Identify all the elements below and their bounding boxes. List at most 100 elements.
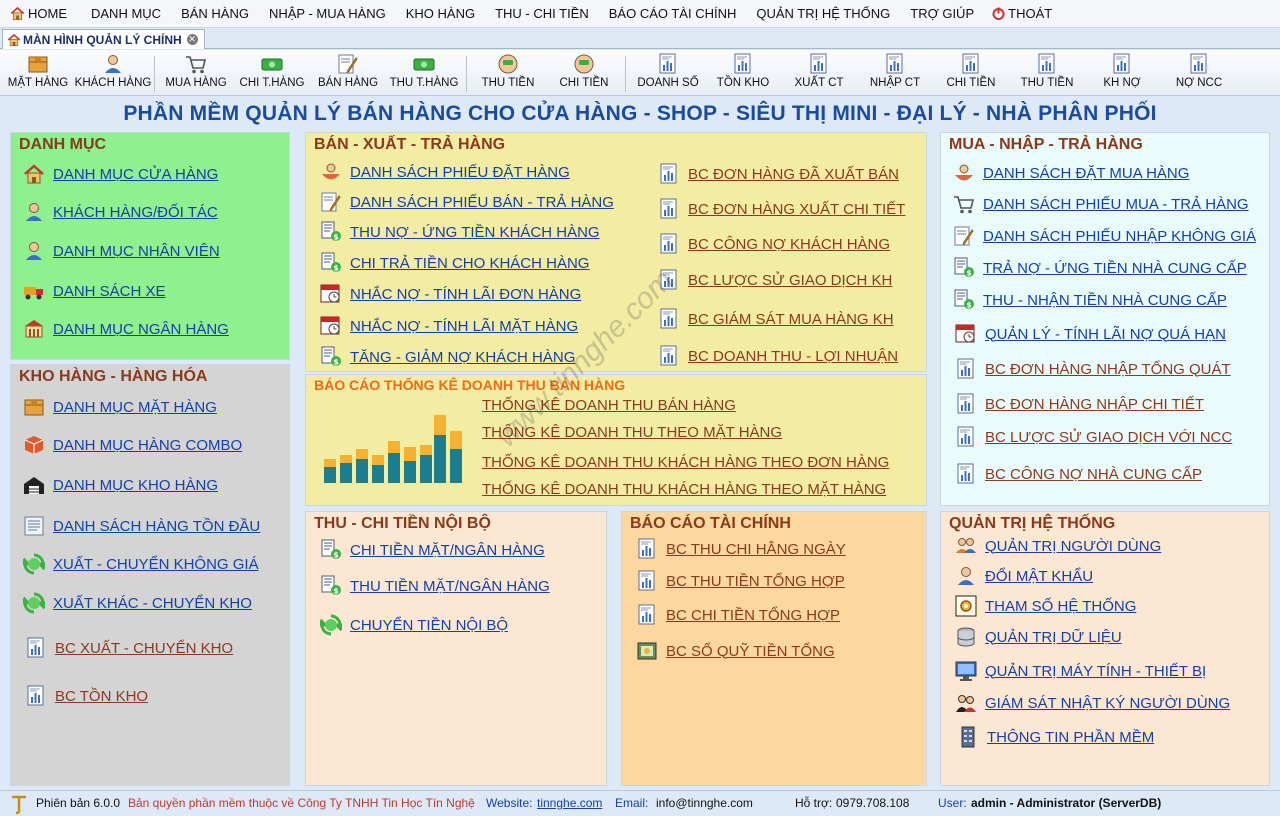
link-bc-chi-tien-tong-hop[interactable]: BC CHI TIỀN TỔNG HỢP bbox=[636, 604, 840, 626]
link-thong-ke-doanh-thu-kh-theo-mat-hang[interactable]: THỐNG KÊ DOANH THU KHÁCH HÀNG THEO MẶT H… bbox=[482, 481, 886, 498]
link-label[interactable]: BC LƯỢC SỬ GIAO DỊCH VỚI NCC bbox=[985, 429, 1232, 446]
link-label[interactable]: QUẢN LÝ - TÍNH LÃI NỢ QUÁ HẠN bbox=[985, 326, 1226, 343]
toolbar-xuat-ct-button[interactable]: XUẤT CT bbox=[786, 53, 852, 93]
link-label[interactable]: THỐNG KÊ DOANH THU KHÁCH HÀNG THEO ĐƠN H… bbox=[482, 454, 889, 471]
link-label[interactable]: BC LƯỢC SỬ GIAO DỊCH KH bbox=[688, 272, 892, 289]
link-label[interactable]: QUẢN TRỊ DỮ LIỆU bbox=[985, 629, 1122, 646]
link-bc-don-hang-nhap-chi-tiet[interactable]: BC ĐƠN HÀNG NHẬP CHI TIẾT bbox=[955, 393, 1204, 415]
link-danh-muc-mat-hang[interactable]: DANH MỤC MẶT HÀNG bbox=[23, 396, 217, 418]
link-label[interactable]: CHI TIỀN MẶT/NGÂN HÀNG bbox=[350, 542, 545, 559]
link-label[interactable]: DANH SÁCH XE bbox=[53, 283, 166, 300]
link-thu-nhan-tien-nha-cung-cap[interactable]: THU - NHẬN TIỀN NHÀ CUNG CẤP bbox=[953, 289, 1227, 311]
link-label[interactable]: GIÁM SÁT NHẬT KÝ NGƯỜI DÙNG bbox=[985, 695, 1230, 712]
link-label[interactable]: TRẢ NỢ - ỨNG TIỀN NHÀ CUNG CẤP bbox=[983, 260, 1247, 277]
link-label[interactable]: THU TIỀN MẶT/NGÂN HÀNG bbox=[350, 578, 550, 595]
link-danh-muc-kho-hang[interactable]: DANH MỤC KHO HÀNG bbox=[23, 474, 218, 496]
link-label[interactable]: THÔNG TIN PHẦN MỀM bbox=[987, 729, 1154, 746]
link-label[interactable]: DANH SÁCH PHIẾU BÁN - TRẢ HÀNG bbox=[350, 194, 614, 211]
link-label[interactable]: DANH MỤC KHO HÀNG bbox=[53, 477, 218, 494]
link-label[interactable]: THỐNG KÊ DOANH THU THEO MẶT HÀNG bbox=[482, 424, 782, 441]
link-danh-muc-cua-hang[interactable]: DANH MỤC CỬA HÀNG bbox=[23, 163, 218, 185]
link-label[interactable]: QUẢN TRỊ NGƯỜI DÙNG bbox=[985, 538, 1161, 555]
toolbar-ban-hang-button[interactable]: BÁN HÀNG bbox=[314, 53, 382, 93]
toolbar-chi-tien-report-button[interactable]: CHI TIỀN bbox=[938, 53, 1004, 93]
link-label[interactable]: KHÁCH HÀNG/ĐỐI TÁC bbox=[53, 204, 218, 221]
toolbar-ton-kho-button[interactable]: TỒN KHO bbox=[710, 53, 776, 93]
link-label[interactable]: DANH MỤC MẶT HÀNG bbox=[53, 399, 217, 416]
link-bc-luoc-su-giao-dich-kh[interactable]: BC LƯỢC SỬ GIAO DỊCH KH bbox=[658, 269, 892, 291]
link-khach-hang-doi-tac[interactable]: KHÁCH HÀNG/ĐỐI TÁC bbox=[23, 201, 218, 223]
link-danh-muc-nhan-vien[interactable]: DANH MỤC NHÂN VIÊN bbox=[23, 240, 220, 262]
link-danh-sach-phieu-nhap-khong-gia[interactable]: DANH SÁCH PHIẾU NHẬP KHÔNG GIÁ bbox=[953, 225, 1256, 247]
toolbar-no-ncc-button[interactable]: NỢ NCC bbox=[1166, 53, 1232, 93]
link-label[interactable]: BC CHI TIỀN TỔNG HỢP bbox=[666, 607, 840, 624]
link-thu-tien-mat-ngan-hang[interactable]: THU TIỀN MẶT/NGÂN HÀNG bbox=[320, 575, 550, 597]
link-label[interactable]: BC SỔ QUỸ TIỀN TỔNG bbox=[666, 643, 835, 660]
link-bc-doanh-thu-loi-nhuan[interactable]: BC DOANH THU - LỢI NHUẬN bbox=[658, 345, 898, 367]
link-thong-tin-phan-mem[interactable]: THÔNG TIN PHẦN MỀM bbox=[957, 726, 1154, 748]
menu-ban-hang[interactable]: BÁN HÀNG bbox=[181, 6, 249, 21]
link-xuat-chuyen-khong-gia[interactable]: XUẤT - CHUYỂN KHÔNG GIÁ bbox=[23, 553, 259, 575]
menu-kho-hang[interactable]: KHO HÀNG bbox=[406, 6, 475, 21]
link-danh-muc-ngan-hang[interactable]: DANH MỤC NGÂN HÀNG bbox=[23, 318, 229, 340]
menu-home[interactable]: HOME bbox=[10, 6, 67, 21]
link-label[interactable]: NHẮC NỢ - TÍNH LÃI MẶT HÀNG bbox=[350, 318, 578, 335]
link-label[interactable]: BC DOANH THU - LỢI NHUẬN bbox=[688, 348, 898, 365]
link-label[interactable]: THỐNG KÊ DOANH THU KHÁCH HÀNG THEO MẶT H… bbox=[482, 481, 886, 498]
link-label[interactable]: DANH SÁCH PHIẾU MUA - TRẢ HÀNG bbox=[983, 196, 1249, 213]
link-bc-giam-sat-mua-hang-kh[interactable]: BC GIÁM SÁT MUA HÀNG KH bbox=[658, 308, 894, 330]
link-thong-ke-doanh-thu-ban-hang[interactable]: THỐNG KÊ DOANH THU BÁN HÀNG bbox=[482, 397, 736, 414]
toolbar-thu-tien-report-button[interactable]: THU TIỀN bbox=[1014, 53, 1080, 93]
link-bc-cong-no-khach-hang[interactable]: BC CÔNG NỢ KHÁCH HÀNG bbox=[658, 233, 890, 255]
link-danh-muc-hang-combo[interactable]: DANH MỤC HÀNG COMBO bbox=[23, 434, 242, 456]
link-label[interactable]: XUẤT KHÁC - CHUYỂN KHO bbox=[53, 595, 252, 612]
toolbar-kh-no-button[interactable]: KH NỢ bbox=[1090, 53, 1154, 93]
link-tra-no-ung-tien-nha-cung-cap[interactable]: TRẢ NỢ - ỨNG TIỀN NHÀ CUNG CẤP bbox=[953, 257, 1247, 279]
link-bc-thu-tien-tong-hop[interactable]: BC THU TIỀN TỔNG HỢP bbox=[636, 570, 845, 592]
tab-main-screen[interactable]: MÀN HÌNH QUẢN LÝ CHÍNH ✕ bbox=[2, 29, 205, 49]
link-danh-sach-phieu-mua-tra-hang[interactable]: DANH SÁCH PHIẾU MUA - TRẢ HÀNG bbox=[953, 193, 1249, 215]
link-nhac-no-tinh-lai-don-hang[interactable]: NHẮC NỢ - TÍNH LÃI ĐƠN HÀNG bbox=[320, 283, 581, 305]
link-label[interactable]: BC ĐƠN HÀNG NHẬP TỔNG QUÁT bbox=[985, 361, 1231, 378]
toolbar-nhap-ct-button[interactable]: NHẬP CT bbox=[862, 53, 928, 93]
link-label[interactable]: ĐỔI MẬT KHẨU bbox=[985, 568, 1093, 585]
link-label[interactable]: THỐNG KÊ DOANH THU BÁN HÀNG bbox=[482, 397, 736, 414]
link-quan-tri-du-lieu[interactable]: QUẢN TRỊ DỮ LIỆU bbox=[955, 626, 1122, 648]
link-chuyen-tien-noi-bo[interactable]: CHUYỂN TIỀN NỘI BỘ bbox=[320, 614, 508, 636]
link-label[interactable]: TĂNG - GIẢM NỢ KHÁCH HÀNG bbox=[350, 349, 575, 366]
menu-quan-tri-he-thong[interactable]: QUẢN TRỊ HỆ THỐNG bbox=[756, 6, 890, 21]
link-label[interactable]: NHẮC NỢ - TÍNH LÃI ĐƠN HÀNG bbox=[350, 286, 581, 303]
link-danh-sach-xe[interactable]: DANH SÁCH XE bbox=[23, 280, 166, 302]
link-label[interactable]: DANH SÁCH PHIẾU NHẬP KHÔNG GIÁ bbox=[983, 228, 1256, 245]
link-tang-giam-no-khach-hang[interactable]: TĂNG - GIẢM NỢ KHÁCH HÀNG bbox=[320, 346, 575, 368]
link-label[interactable]: DANH MỤC NHÂN VIÊN bbox=[53, 243, 220, 260]
link-label[interactable]: BC ĐƠN HÀNG XUẤT CHI TIẾT bbox=[688, 201, 905, 218]
link-label[interactable]: DANH MỤC CỬA HÀNG bbox=[53, 166, 218, 183]
menu-bao-cao-tai-chinh[interactable]: BÁO CÁO TÀI CHÍNH bbox=[609, 6, 737, 21]
link-label[interactable]: BC THU CHI HẰNG NGÀY bbox=[666, 541, 846, 558]
link-chi-tien-mat-ngan-hang[interactable]: CHI TIỀN MẶT/NGÂN HÀNG bbox=[320, 539, 545, 561]
link-label[interactable]: BC CÔNG NỢ KHÁCH HÀNG bbox=[688, 236, 890, 253]
link-quan-ly-tinh-lai-no-qua-han[interactable]: QUẢN LÝ - TÍNH LÃI NỢ QUÁ HẠN bbox=[955, 323, 1226, 345]
link-nhac-no-tinh-lai-mat-hang[interactable]: NHẮC NỢ - TÍNH LÃI MẶT HÀNG bbox=[320, 315, 578, 337]
link-label[interactable]: THU NỢ - ỨNG TIỀN KHÁCH HÀNG bbox=[350, 224, 600, 241]
link-label[interactable]: DANH SÁCH HÀNG TỒN ĐẦU bbox=[53, 518, 260, 535]
link-label[interactable]: CHUYỂN TIỀN NỘI BỘ bbox=[350, 617, 508, 634]
menu-danh-muc[interactable]: DANH MỤC bbox=[91, 6, 161, 21]
toolbar-doanh-so-button[interactable]: DOANH SỐ bbox=[632, 53, 704, 93]
link-label[interactable]: BC TỒN KHO bbox=[55, 688, 148, 705]
link-chi-tra-tien-cho-khach-hang[interactable]: CHI TRẢ TIỀN CHO KHÁCH HÀNG bbox=[320, 252, 589, 274]
toolbar-mat-hang-button[interactable]: MẶT HÀNG bbox=[8, 53, 68, 93]
link-thong-ke-doanh-thu-theo-mat-hang[interactable]: THỐNG KÊ DOANH THU THEO MẶT HÀNG bbox=[482, 424, 782, 441]
link-bc-don-hang-da-xuat-ban[interactable]: BC ĐƠN HÀNG ĐÃ XUẤT BÁN bbox=[658, 163, 899, 185]
link-doi-mat-khau[interactable]: ĐỔI MẬT KHẨU bbox=[955, 565, 1093, 587]
link-label[interactable]: THU - NHẬN TIỀN NHÀ CUNG CẤP bbox=[983, 292, 1227, 309]
link-label[interactable]: QUẢN TRỊ MÁY TÍNH - THIẾT BỊ bbox=[985, 663, 1206, 680]
link-label[interactable]: BC ĐƠN HÀNG NHẬP CHI TIẾT bbox=[985, 396, 1204, 413]
toolbar-chi-tien-button[interactable]: CHI TIỀN bbox=[550, 53, 618, 93]
link-danh-sach-phieu-ban-tra-hang[interactable]: DANH SÁCH PHIẾU BÁN - TRẢ HÀNG bbox=[320, 191, 614, 213]
toolbar-khach-hang-button[interactable]: KHÁCH HÀNG bbox=[75, 53, 151, 93]
menu-tro-giup[interactable]: TRỢ GIÚP bbox=[910, 6, 974, 21]
toolbar-thu-tien-button[interactable]: THU TIỀN bbox=[474, 53, 542, 93]
link-danh-sach-dat-mua-hang[interactable]: DANH SÁCH ĐẶT MUA HÀNG bbox=[953, 162, 1189, 184]
